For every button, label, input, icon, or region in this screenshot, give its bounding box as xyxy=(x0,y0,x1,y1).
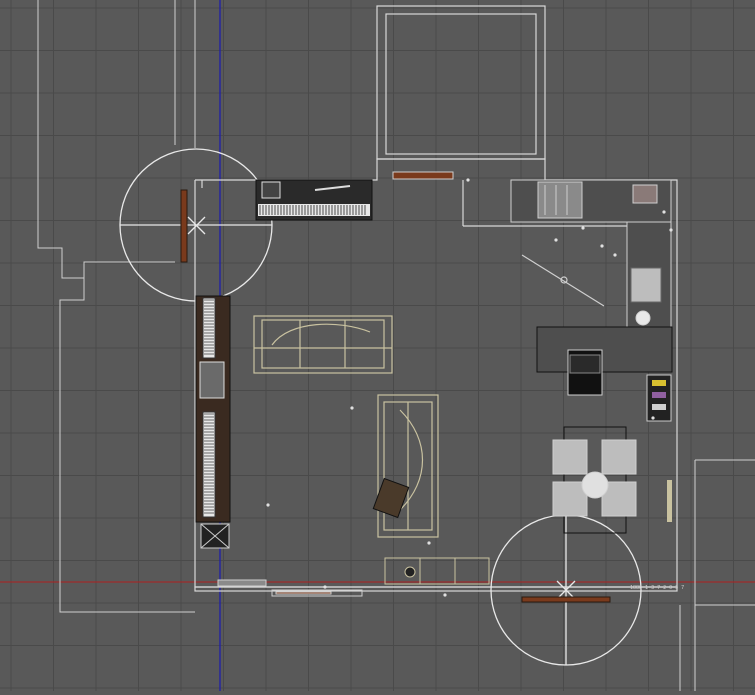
detail-point xyxy=(323,585,327,589)
detail-point xyxy=(443,593,447,597)
top-window[interactable] xyxy=(392,171,454,180)
door-swing-bottom xyxy=(490,514,642,666)
left-keyboard-bank[interactable] xyxy=(195,295,231,549)
detail-point xyxy=(350,406,354,410)
detail-point xyxy=(669,228,673,232)
bottom-console[interactable] xyxy=(384,557,490,585)
detail-point xyxy=(651,416,655,420)
detail-points xyxy=(266,178,673,597)
piano-top[interactable] xyxy=(255,179,373,221)
detail-point xyxy=(266,503,270,507)
detail-point xyxy=(662,210,666,214)
dimension-text-strip: 1888 1 3 7 2 0 3 7 xyxy=(630,585,684,591)
cad-viewport[interactable]: 1888 1 3 7 2 0 3 7 xyxy=(0,0,755,691)
detail-point xyxy=(427,541,431,545)
detail-point xyxy=(613,253,617,257)
right-wall-fixture xyxy=(667,480,672,522)
detail-point xyxy=(600,244,604,248)
door-left[interactable] xyxy=(180,189,188,263)
detail-point xyxy=(554,238,558,242)
sofa-upper[interactable] xyxy=(253,315,393,374)
door-swing-left xyxy=(119,148,273,302)
sofa-lower[interactable] xyxy=(377,394,439,538)
kitchen-counter-top[interactable] xyxy=(510,179,672,223)
detail-point xyxy=(581,226,585,230)
door-bottom[interactable] xyxy=(521,596,611,603)
shelf-right[interactable] xyxy=(646,374,672,422)
floor-plan-canvas[interactable]: 1888 1 3 7 2 0 3 7 xyxy=(0,0,755,691)
detail-point xyxy=(466,178,470,182)
ottoman[interactable] xyxy=(372,477,410,519)
